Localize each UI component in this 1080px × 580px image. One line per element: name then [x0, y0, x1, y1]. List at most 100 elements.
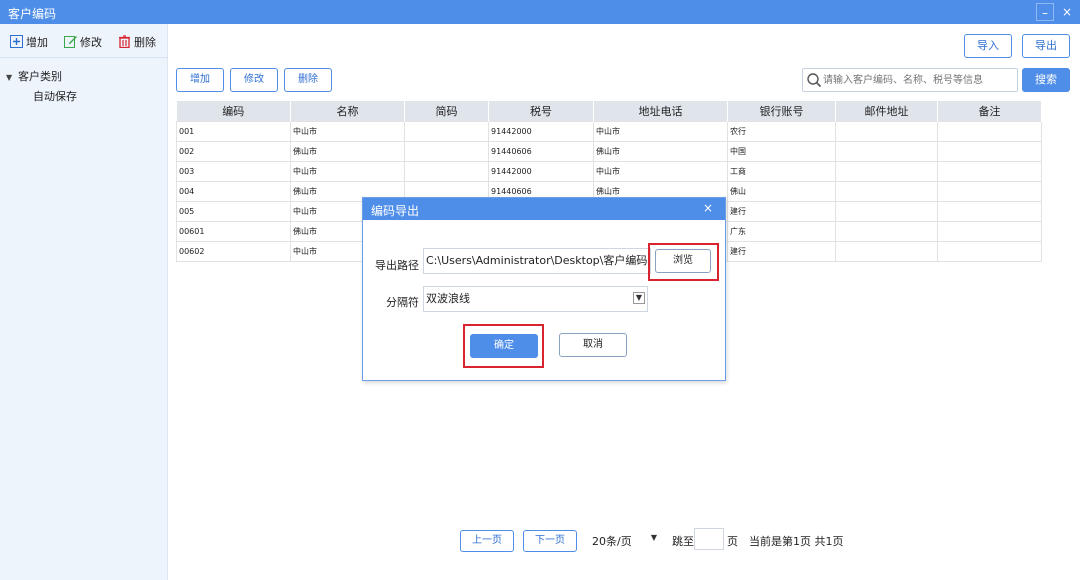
table-cell: 佛山 — [727, 180, 836, 202]
next-page-button[interactable]: 下一页 — [523, 530, 577, 552]
category-delete-button[interactable]: 删除 — [118, 34, 156, 50]
browse-button[interactable]: 浏览 — [655, 249, 711, 273]
title-bar: 客户编码 – × — [0, 0, 1080, 24]
column-header[interactable]: 税号 — [488, 101, 594, 121]
table-cell — [404, 160, 489, 182]
table-row[interactable]: 001 中山市 91442000 中山市 农行 — [176, 120, 1042, 142]
dialog-close-icon[interactable]: × — [703, 201, 713, 215]
dialog-header: 编码导出 × — [363, 198, 725, 220]
trash-icon — [119, 35, 130, 48]
path-field[interactable]: C:\Users\Administrator\Desktop\客户编码.txt — [423, 248, 651, 274]
add-customer-button[interactable]: 增加 — [176, 68, 224, 92]
jump-page-input[interactable] — [694, 528, 724, 550]
table-cell — [404, 140, 489, 162]
table-cell — [835, 220, 938, 242]
export-dialog: 编码导出 × 导出路径 C:\Users\Administrator\Deskt… — [362, 197, 726, 381]
tree-node-auto-save[interactable]: 自动保存 — [33, 88, 77, 104]
column-header[interactable]: 简码 — [404, 101, 489, 121]
table-cell: 00602 — [176, 240, 291, 262]
export-button[interactable]: 导出 — [1022, 34, 1070, 58]
separator-select[interactable]: 双波浪线 ▼ — [423, 286, 648, 312]
table-cell — [937, 240, 1042, 262]
table-cell: 91442000 — [488, 120, 594, 142]
table-cell: 建行 — [727, 200, 836, 222]
path-label: 导出路径 — [375, 259, 419, 272]
category-delete-label: 删除 — [134, 36, 156, 49]
plus-square-icon — [10, 35, 23, 48]
column-header[interactable]: 名称 — [290, 101, 405, 121]
jump-label: 跳至 — [672, 535, 694, 548]
table-cell: 佛山市 — [593, 140, 728, 162]
table-cell — [937, 160, 1042, 182]
table-cell — [937, 180, 1042, 202]
separator-label: 分隔符 — [386, 296, 419, 309]
column-header[interactable]: 编码 — [176, 101, 291, 121]
table-cell: 佛山市 — [290, 140, 405, 162]
search-input[interactable] — [823, 71, 1013, 89]
column-header[interactable]: 备注 — [937, 101, 1042, 121]
edit-icon — [64, 36, 77, 48]
close-button[interactable]: × — [1058, 3, 1076, 21]
delete-customer-button[interactable]: 删除 — [284, 68, 332, 92]
table-cell — [937, 220, 1042, 242]
column-header[interactable]: 邮件地址 — [835, 101, 938, 121]
table-cell — [835, 180, 938, 202]
table-cell: 农行 — [727, 120, 836, 142]
table-cell — [835, 120, 938, 142]
table-cell: 广东 — [727, 220, 836, 242]
table-cell — [404, 120, 489, 142]
column-header[interactable]: 银行账号 — [727, 101, 836, 121]
edit-customer-button[interactable]: 修改 — [230, 68, 278, 92]
table-row[interactable]: 002 佛山市 91440606 佛山市 中国 — [176, 140, 1042, 162]
chevron-down-icon[interactable]: ▼ — [648, 532, 660, 544]
left-panel: 增加 修改 删除 ▼ 客户类别 自动保存 — [0, 24, 168, 580]
search-icon — [807, 73, 822, 88]
table-cell: 002 — [176, 140, 291, 162]
table-cell: 中山市 — [593, 120, 728, 142]
ok-button[interactable]: 确定 — [470, 334, 538, 358]
search-field[interactable] — [802, 68, 1018, 92]
minimize-button[interactable]: – — [1036, 3, 1054, 21]
dialog-title: 编码导出 — [371, 204, 420, 218]
table-cell: 中山市 — [290, 160, 405, 182]
page-info: 当前是第1页 共1页 — [749, 535, 844, 548]
window-title: 客户编码 — [8, 7, 57, 21]
tree-node-customer-category[interactable]: ▼ 客户类别 — [6, 68, 62, 84]
tree-root-label: 客户类别 — [18, 70, 62, 83]
page-unit-label: 页 — [727, 535, 738, 548]
caret-down-icon[interactable]: ▼ — [6, 73, 18, 82]
table-cell: 91442000 — [488, 160, 594, 182]
table-cell: 005 — [176, 200, 291, 222]
table-header: 编码 名称 简码 税号 地址电话 银行账号 邮件地址 备注 — [176, 101, 1042, 121]
table-row[interactable]: 003 中山市 91442000 中山市 工商 — [176, 160, 1042, 182]
table-cell — [937, 140, 1042, 162]
category-add-label: 增加 — [26, 36, 48, 49]
table-cell: 001 — [176, 120, 291, 142]
table-cell — [835, 160, 938, 182]
category-edit-button[interactable]: 修改 — [64, 34, 102, 50]
table-cell: 004 — [176, 180, 291, 202]
chevron-down-icon[interactable]: ▼ — [633, 292, 645, 304]
prev-page-button[interactable]: 上一页 — [460, 530, 514, 552]
table-cell: 建行 — [727, 240, 836, 262]
category-add-button[interactable]: 增加 — [10, 34, 48, 50]
table-cell: 91440606 — [488, 140, 594, 162]
table-cell — [835, 140, 938, 162]
page-size-select[interactable]: 20条/页 — [592, 533, 632, 549]
cancel-button[interactable]: 取消 — [559, 333, 627, 357]
import-button[interactable]: 导入 — [964, 34, 1012, 58]
category-toolbar: 增加 修改 删除 — [0, 24, 168, 58]
table-cell: 中山市 — [593, 160, 728, 182]
table-cell: 003 — [176, 160, 291, 182]
table-cell: 00601 — [176, 220, 291, 242]
search-button[interactable]: 搜索 — [1022, 68, 1070, 92]
table-cell — [937, 120, 1042, 142]
table-cell: 工商 — [727, 160, 836, 182]
table-cell — [835, 200, 938, 222]
table-cell: 中山市 — [290, 120, 405, 142]
table-cell: 中国 — [727, 140, 836, 162]
customer-code-window: 客户编码 – × 增加 修改 删除 ▼ 客户类别 自动保存 导入 导出 增加 修改… — [0, 0, 1080, 580]
separator-value: 双波浪线 — [426, 292, 470, 305]
category-edit-label: 修改 — [80, 36, 102, 49]
column-header[interactable]: 地址电话 — [593, 101, 728, 121]
